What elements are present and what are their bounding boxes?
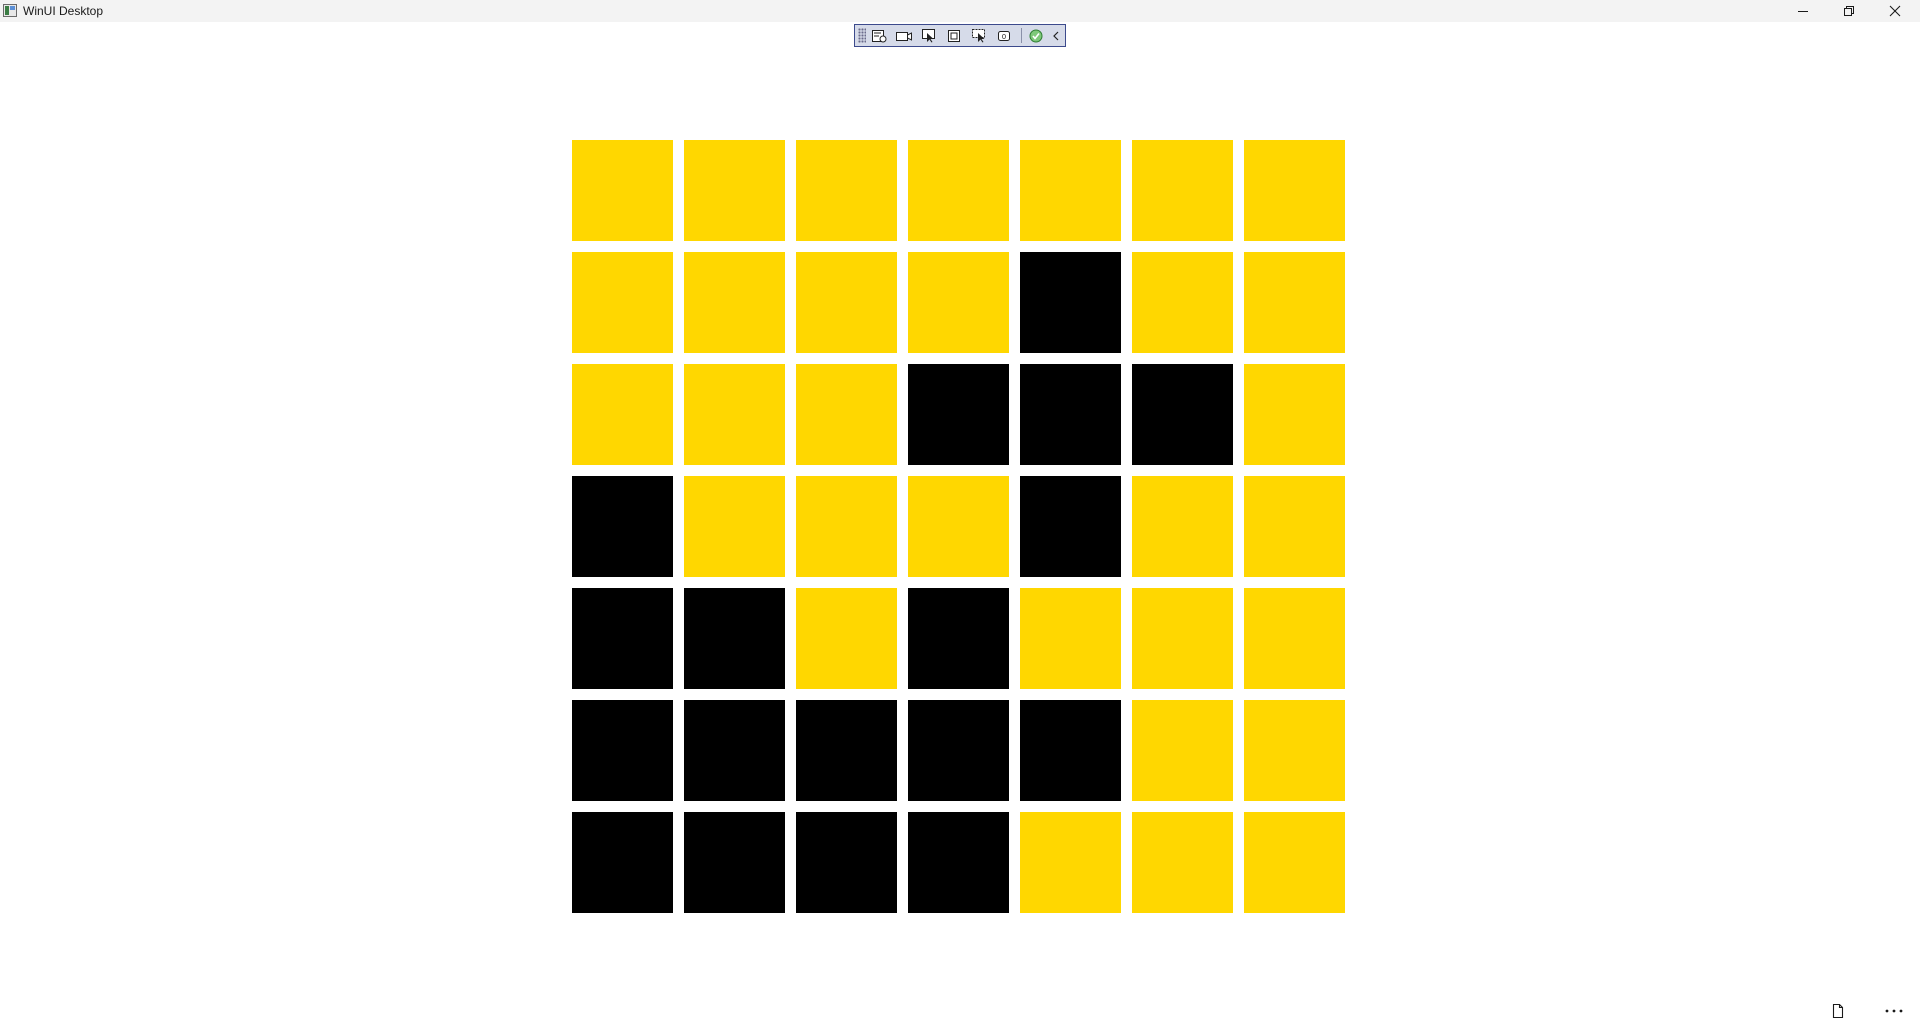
grid-cell[interactable] (796, 476, 897, 577)
minimize-button[interactable] (1780, 0, 1826, 22)
select-element-icon (922, 29, 936, 43)
minimize-icon (1798, 11, 1808, 12)
restore-icon (1844, 6, 1854, 16)
select-element-button[interactable] (918, 26, 941, 45)
grid-cell[interactable] (796, 140, 897, 241)
close-icon (1889, 5, 1901, 17)
binding-failures-button[interactable]: 0 (993, 26, 1016, 45)
record-button[interactable] (893, 26, 916, 45)
grid-cell[interactable] (572, 700, 673, 801)
grid-cell[interactable] (572, 812, 673, 913)
accessibility-check-icon (1029, 29, 1043, 42)
grid-cell[interactable] (1132, 476, 1233, 577)
grid-cell[interactable] (1020, 476, 1121, 577)
color-grid (572, 140, 1345, 913)
display-layout-adorners-icon (948, 29, 961, 42)
grid-cell[interactable] (684, 812, 785, 913)
restore-button[interactable] (1826, 0, 1872, 22)
grid-cell[interactable] (908, 252, 1009, 353)
grid-cell[interactable] (684, 364, 785, 465)
record-icon (896, 31, 913, 41)
grid-cell[interactable] (572, 476, 673, 577)
debug-toolbar: 0 (854, 24, 1066, 47)
grid-cell[interactable] (1244, 140, 1345, 241)
grid-cell[interactable] (1244, 476, 1345, 577)
grid-cell[interactable] (1244, 588, 1345, 689)
grid-cell[interactable] (1244, 700, 1345, 801)
grid-cell[interactable] (796, 812, 897, 913)
grid-cell[interactable] (572, 140, 673, 241)
grid-cell[interactable] (1020, 812, 1121, 913)
document-button[interactable] (1818, 995, 1858, 1027)
grid-cell[interactable] (1132, 700, 1233, 801)
grid-cell[interactable] (1020, 140, 1121, 241)
display-layout-adorners-button[interactable] (943, 26, 966, 45)
document-icon (1832, 1003, 1844, 1019)
grid-cell[interactable] (1020, 252, 1121, 353)
grid-cell[interactable] (796, 588, 897, 689)
track-focus-icon (972, 29, 986, 43)
grid-cell[interactable] (1020, 364, 1121, 465)
grid-cell[interactable] (1132, 588, 1233, 689)
grid-cell[interactable] (908, 140, 1009, 241)
close-button[interactable] (1872, 0, 1918, 22)
grid-cell[interactable] (1244, 252, 1345, 353)
toolbar-separator (1020, 28, 1022, 43)
track-focus-button[interactable] (968, 26, 991, 45)
grid-cell[interactable] (908, 476, 1009, 577)
collapse-toolbar-button[interactable] (1050, 26, 1063, 45)
grid-cell[interactable] (908, 364, 1009, 465)
grid-cell[interactable] (1132, 252, 1233, 353)
grid-cell[interactable] (1132, 364, 1233, 465)
toolbar-grip[interactable] (858, 28, 866, 43)
grid-cell[interactable] (684, 700, 785, 801)
grid-cell[interactable] (684, 476, 785, 577)
grid-cell[interactable] (1020, 588, 1121, 689)
grid-cell[interactable] (684, 588, 785, 689)
grid-cell[interactable] (796, 700, 897, 801)
grid-cell[interactable] (572, 588, 673, 689)
grid-cell[interactable] (908, 700, 1009, 801)
grid-cell[interactable] (796, 364, 897, 465)
svg-text:0: 0 (1002, 33, 1006, 41)
grid-cell[interactable] (796, 252, 897, 353)
grid-cell[interactable] (572, 252, 673, 353)
grid-cell[interactable] (1020, 700, 1121, 801)
grid-cell[interactable] (1244, 364, 1345, 465)
grid-cell[interactable] (1132, 812, 1233, 913)
app-icon (3, 4, 17, 17)
grid-cell[interactable] (572, 364, 673, 465)
grid-cell[interactable] (908, 812, 1009, 913)
more-icon (1885, 1009, 1903, 1013)
title-bar: WinUI Desktop (0, 0, 1920, 22)
live-visual-tree-button[interactable] (868, 26, 891, 45)
grid-cell[interactable] (1132, 140, 1233, 241)
live-visual-tree-icon (872, 29, 887, 42)
grid-cell[interactable] (908, 588, 1009, 689)
more-options-button[interactable] (1874, 995, 1914, 1027)
grid-cell[interactable] (1244, 812, 1345, 913)
grid-cell[interactable] (684, 140, 785, 241)
accessibility-check-button[interactable] (1025, 26, 1048, 45)
grid-cell[interactable] (684, 252, 785, 353)
binding-failures-icon: 0 (998, 30, 1011, 41)
window-title: WinUI Desktop (23, 4, 104, 18)
collapse-icon (1053, 31, 1059, 40)
